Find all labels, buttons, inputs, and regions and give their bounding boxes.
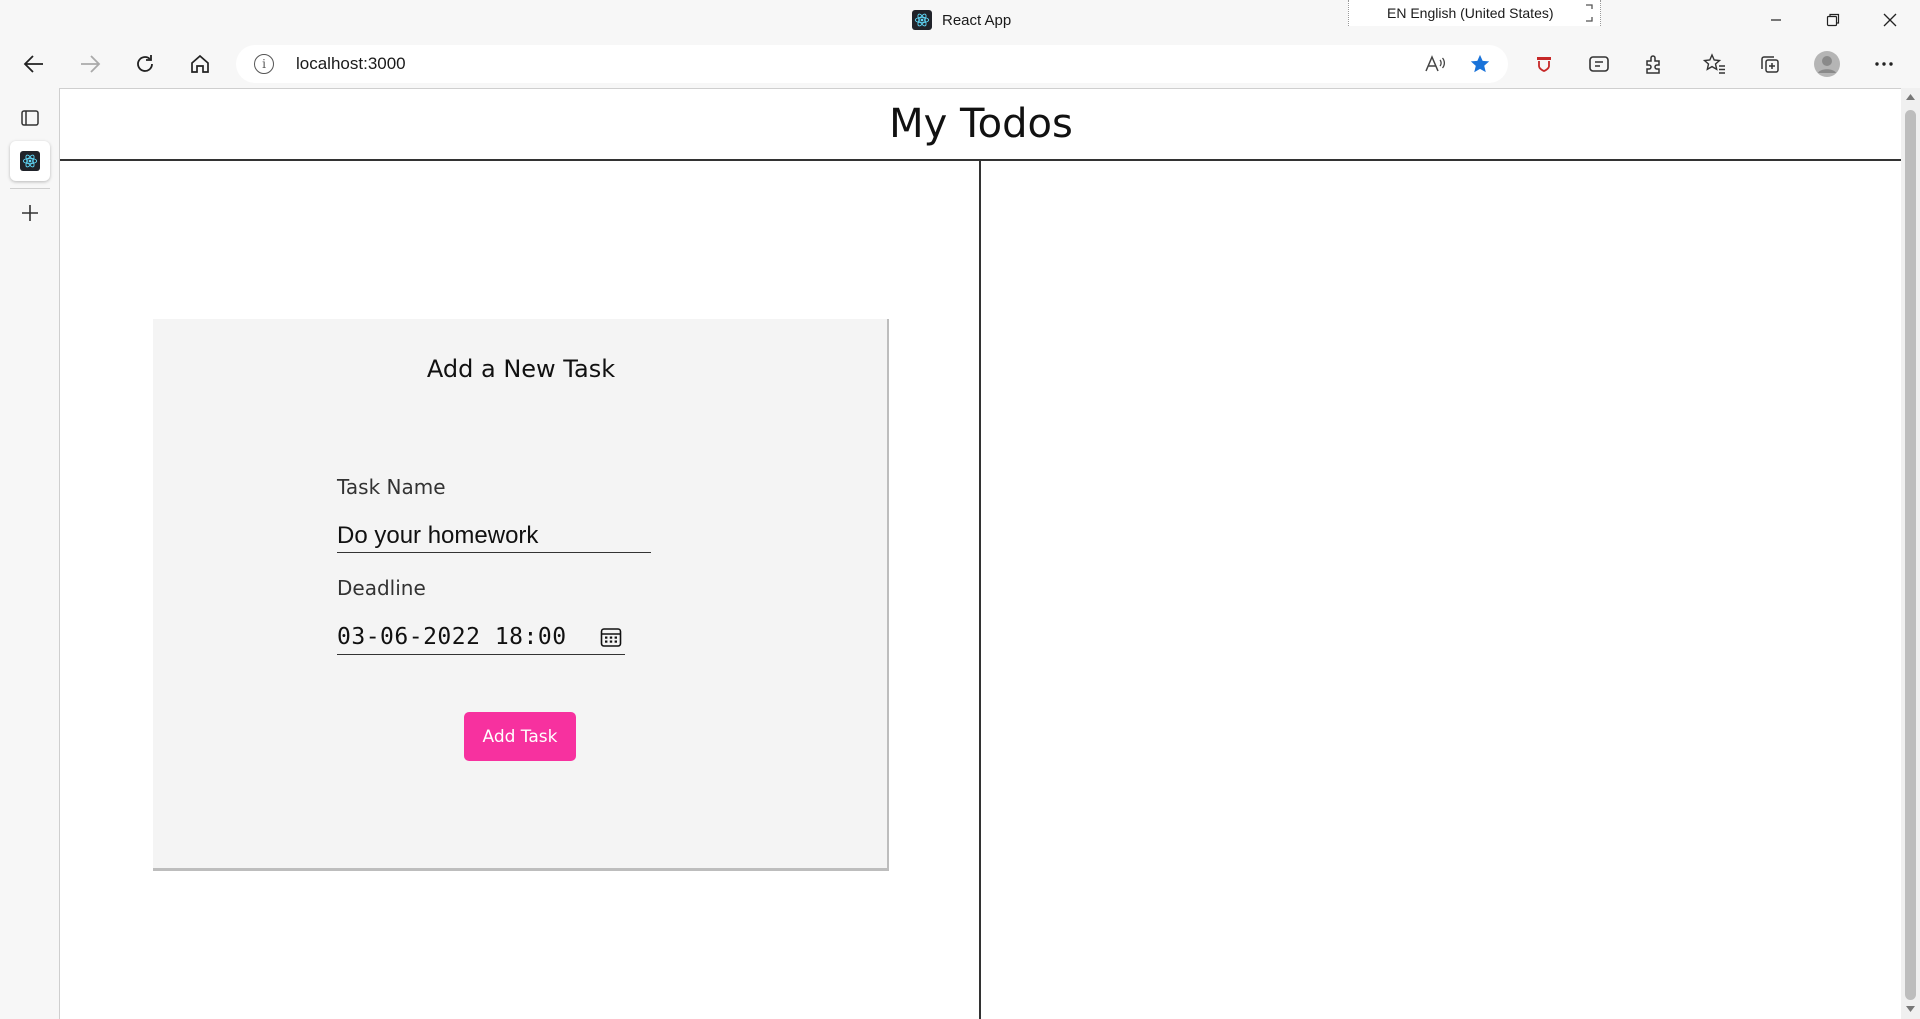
- language-indicator[interactable]: EN English (United States): [1348, 0, 1601, 26]
- deadline-value[interactable]: 03-06-2022 18:00: [337, 624, 567, 650]
- more-button[interactable]: [1866, 46, 1902, 82]
- extensions-button[interactable]: [1636, 46, 1672, 82]
- forward-button[interactable]: [72, 46, 108, 82]
- profile-button[interactable]: [1809, 46, 1845, 82]
- browser-toolbar: i localhost:3000: [0, 40, 1920, 114]
- sidebar-separator: [10, 188, 50, 189]
- react-logo-icon: [912, 10, 932, 30]
- forward-icon: [81, 55, 101, 73]
- reader-extension-icon: [1589, 56, 1609, 72]
- close-button[interactable]: [1862, 0, 1918, 40]
- minimize-button[interactable]: [1748, 0, 1804, 40]
- read-aloud-button[interactable]: [1420, 50, 1450, 78]
- profile-icon: [1814, 51, 1840, 77]
- favorites-icon: [1703, 53, 1725, 74]
- extensions-icon: [1646, 55, 1660, 74]
- extension-button-2[interactable]: [1581, 46, 1617, 82]
- page-viewport: My Todos Add a New Task Task Name Deadli…: [59, 88, 1901, 1019]
- collections-icon: [1761, 56, 1779, 73]
- deadline-input[interactable]: 03-06-2022 18:00: [337, 619, 625, 655]
- site-info-icon[interactable]: i: [254, 54, 274, 74]
- scroll-up-icon[interactable]: [1905, 92, 1916, 102]
- task-name-label: Task Name: [337, 475, 446, 499]
- add-task-button[interactable]: Add Task: [464, 712, 576, 761]
- add-task-card: Add a New Task Task Name Deadline 03-06-…: [153, 319, 889, 871]
- page-title: My Todos: [889, 101, 1073, 147]
- page-header: My Todos: [60, 89, 1901, 161]
- back-icon: [23, 55, 43, 73]
- new-tab-icon: [22, 205, 38, 221]
- task-name-input[interactable]: [337, 519, 651, 553]
- new-tab-button[interactable]: [10, 193, 50, 233]
- window-title-group: React App: [912, 8, 1011, 32]
- read-aloud-icon: [1425, 55, 1446, 72]
- scroll-thumb[interactable]: [1905, 110, 1916, 1000]
- home-icon: [191, 54, 209, 73]
- refresh-icon: [137, 55, 153, 72]
- address-bar[interactable]: i localhost:3000: [236, 45, 1508, 83]
- tab-actions-icon: [21, 110, 39, 126]
- tab-react-app[interactable]: [10, 141, 50, 181]
- scroll-down-icon[interactable]: [1905, 1004, 1916, 1014]
- restore-button[interactable]: [1805, 0, 1861, 40]
- shield-extension-icon: [1537, 57, 1551, 72]
- column-divider: [979, 161, 981, 1019]
- extension-button-1[interactable]: [1526, 46, 1562, 82]
- favorites-button[interactable]: [1697, 46, 1733, 82]
- grip-icon: [1586, 4, 1593, 22]
- window-title: React App: [942, 11, 1012, 29]
- calendar-icon[interactable]: [599, 625, 623, 649]
- favorite-button[interactable]: [1465, 50, 1495, 78]
- deadline-label: Deadline: [337, 576, 426, 600]
- language-label: EN English (United States): [1387, 5, 1554, 21]
- title-bar: React App EN English (United States): [0, 0, 1920, 40]
- back-button[interactable]: [16, 46, 52, 82]
- home-button[interactable]: [182, 46, 218, 82]
- page-scrollbar[interactable]: [1901, 88, 1920, 1019]
- address-text[interactable]: localhost:3000: [296, 54, 406, 74]
- favorite-star-icon: [1470, 54, 1490, 73]
- tab-actions-button[interactable]: [10, 98, 50, 138]
- more-icon: [1875, 62, 1893, 66]
- collections-button[interactable]: [1752, 46, 1788, 82]
- vertical-tabs-sidebar: [0, 88, 59, 1019]
- refresh-button[interactable]: [127, 46, 163, 82]
- card-title: Add a New Task: [426, 355, 616, 383]
- react-tab-icon: [20, 151, 40, 171]
